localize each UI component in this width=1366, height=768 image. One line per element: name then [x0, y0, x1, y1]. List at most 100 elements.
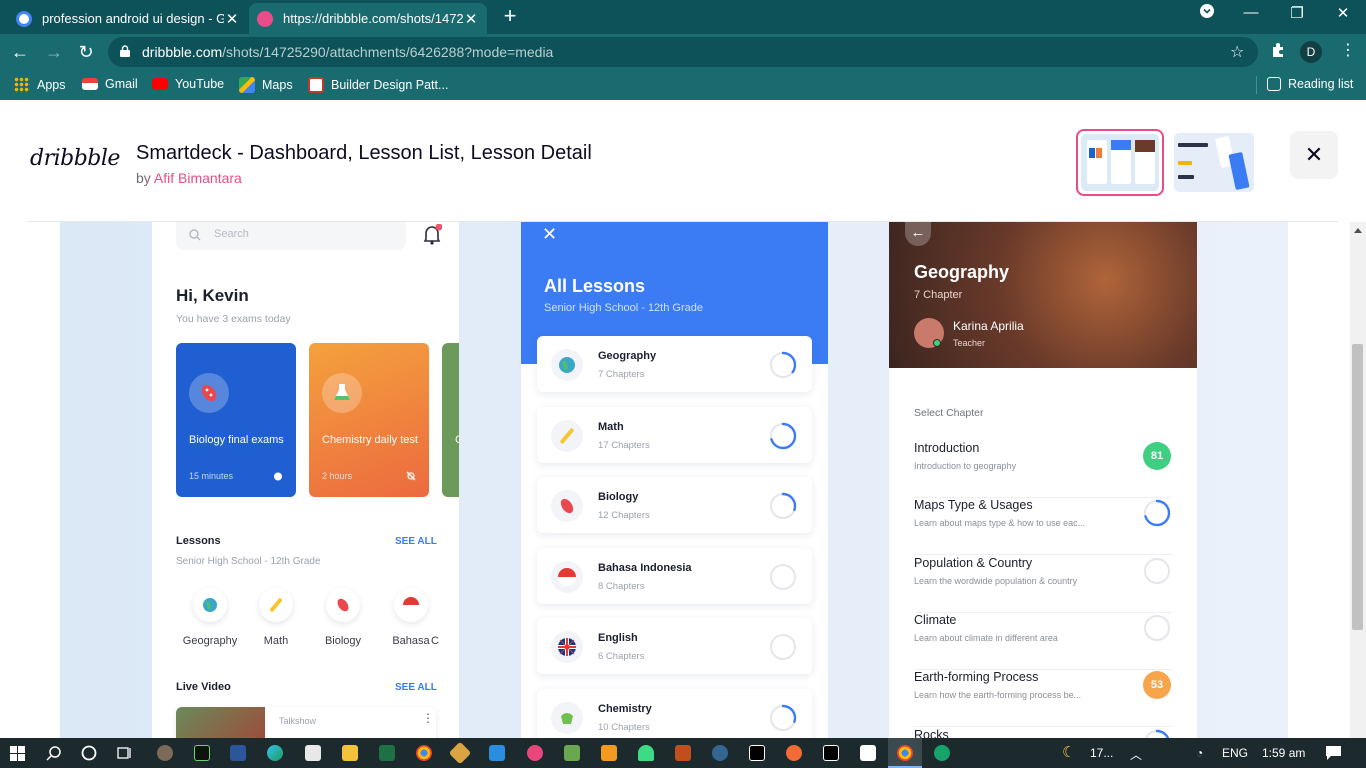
- clock[interactable]: 1:59 am: [1262, 746, 1305, 760]
- all-lessons-subtitle: Senior High School - 12th Grade: [544, 302, 703, 314]
- task-view-icon[interactable]: [117, 745, 133, 761]
- chevron-up-icon[interactable]: ︿: [1130, 746, 1142, 763]
- search-icon[interactable]: [46, 745, 62, 761]
- open-app-icon[interactable]: [934, 745, 950, 761]
- close-tab-icon[interactable]: ✕: [224, 10, 240, 28]
- git-icon[interactable]: [675, 745, 691, 761]
- biology-icon: [189, 373, 229, 413]
- live-video-see-all-link[interactable]: SEE ALL: [395, 682, 437, 693]
- new-tab-button[interactable]: +: [498, 5, 522, 29]
- tab-dribbble[interactable]: https://dribbble.com/shots/14725 ✕: [249, 3, 487, 34]
- math-ruler-icon[interactable]: [259, 588, 293, 622]
- attachment-thumbnail-1[interactable]: [1076, 129, 1164, 196]
- avatar-app-icon[interactable]: [157, 745, 173, 761]
- indonesia-flag-icon[interactable]: [394, 588, 428, 622]
- clion-icon[interactable]: [749, 745, 765, 761]
- menu-icon[interactable]: ⋮: [1340, 40, 1356, 60]
- restore-button[interactable]: ❐: [1282, 4, 1312, 22]
- cortana-icon[interactable]: [81, 745, 97, 761]
- chapter-row[interactable]: Earth-forming Process Learn how the earth…: [914, 670, 1172, 728]
- bookmark-gmail[interactable]: Gmail: [82, 77, 138, 91]
- profile-avatar[interactable]: D: [1300, 41, 1322, 63]
- wifi-icon[interactable]: ◔: [1196, 746, 1203, 760]
- lesson-card[interactable]: Geography 7 Chapters: [537, 336, 812, 392]
- teacher-role: Teacher: [953, 338, 986, 348]
- word-icon[interactable]: [230, 745, 246, 761]
- online-status-dot: [933, 339, 941, 347]
- language-indicator[interactable]: ENG: [1222, 746, 1248, 760]
- tab-search-icon[interactable]: [1192, 4, 1222, 22]
- lesson-card[interactable]: Math 17 Chapters: [537, 406, 812, 463]
- mail-icon[interactable]: [305, 745, 321, 761]
- edge-icon[interactable]: [267, 745, 283, 761]
- file-explorer-icon[interactable]: [342, 745, 358, 761]
- chapter-row[interactable]: Climate Learn about climate in different …: [914, 613, 1172, 670]
- attachment-thumbnail-2[interactable]: [1174, 133, 1254, 192]
- close-shot-button[interactable]: ✕: [1290, 131, 1338, 179]
- excel-icon[interactable]: [379, 745, 395, 761]
- lessons-see-all-link[interactable]: SEE ALL: [395, 536, 437, 547]
- chapter-row[interactable]: Introduction Introduction to geography 81: [914, 441, 1172, 498]
- search-input[interactable]: Search: [176, 222, 406, 250]
- device-emulator-icon[interactable]: [564, 745, 580, 761]
- postgres-icon[interactable]: [712, 745, 728, 761]
- live-video-card[interactable]: Talkshow ⋮: [176, 707, 436, 738]
- postman-icon[interactable]: [786, 745, 802, 761]
- close-icon[interactable]: ✕: [542, 224, 557, 245]
- lesson-label: Biology: [324, 635, 362, 647]
- media-player-icon[interactable]: [527, 745, 543, 761]
- bookmark-maps[interactable]: Maps: [239, 77, 293, 93]
- reading-list-button[interactable]: Reading list: [1267, 77, 1353, 91]
- chrome-icon[interactable]: [897, 745, 913, 761]
- chapter-row[interactable]: Maps Type & Usages Learn about maps type …: [914, 498, 1172, 556]
- author-link[interactable]: Afif Bimantara: [154, 170, 242, 186]
- bookmark-builder-design[interactable]: Builder Design Patt...: [308, 77, 448, 93]
- bookmark-apps[interactable]: Apps: [14, 77, 66, 93]
- lesson-card[interactable]: English 6 Chapters: [537, 618, 812, 674]
- close-window-button[interactable]: ✕: [1328, 4, 1358, 22]
- sourcetree-icon[interactable]: [448, 741, 472, 765]
- more-options-icon[interactable]: ⋮: [422, 711, 434, 725]
- h-app-icon[interactable]: [860, 745, 876, 761]
- minimize-button[interactable]: —: [1236, 4, 1266, 21]
- back-button[interactable]: ←: [8, 40, 32, 64]
- dribbble-logo[interactable]: dribbble: [30, 146, 120, 171]
- weather-text[interactable]: 17...: [1090, 746, 1113, 760]
- lesson-card[interactable]: Bahasa Indonesia 8 Chapters: [537, 547, 812, 604]
- lesson-label: C: [431, 635, 439, 647]
- vlc-icon[interactable]: [601, 745, 617, 761]
- geography-globe-icon[interactable]: [193, 588, 227, 622]
- back-arrow-icon[interactable]: ←: [905, 222, 931, 246]
- biology-icon[interactable]: [326, 588, 360, 622]
- scrollbar-thumb[interactable]: [1352, 344, 1363, 630]
- vscode-icon[interactable]: [489, 745, 505, 761]
- progress-ring: [1143, 500, 1171, 527]
- close-tab-icon[interactable]: ✕: [463, 10, 479, 28]
- extensions-icon[interactable]: [1270, 42, 1286, 63]
- tab-google-search[interactable]: profession android ui design - Go ✕: [8, 3, 248, 34]
- intellij-icon[interactable]: [823, 745, 839, 761]
- notification-bell-icon[interactable]: [422, 224, 442, 246]
- lesson-card[interactable]: Biology 12 Chapters: [537, 477, 812, 533]
- exam-name: C t: [455, 434, 459, 446]
- exam-card-chemistry[interactable]: Chemistry daily test 2 hours: [309, 343, 429, 497]
- weather-moon-icon[interactable]: ☾: [1062, 743, 1075, 761]
- android-studio-icon[interactable]: [638, 745, 654, 761]
- lesson-hero-image: ← Geography 7 Chapter Karina Aprilia Tea…: [889, 222, 1197, 368]
- chrome-icon[interactable]: [416, 745, 432, 761]
- notifications-icon[interactable]: [1325, 745, 1342, 761]
- bookmark-youtube[interactable]: YouTube: [152, 77, 224, 91]
- lesson-card[interactable]: Chemistry 10 Chapters: [537, 688, 812, 738]
- exam-card-partial[interactable]: C t: [442, 343, 459, 497]
- reload-button[interactable]: ↻: [74, 40, 98, 64]
- chapter-row[interactable]: Rocks: [914, 728, 1172, 738]
- pycharm-icon[interactable]: [194, 745, 210, 761]
- exam-card-biology[interactable]: Biology final exams 15 minutes: [176, 343, 296, 497]
- chapter-row[interactable]: Population & Country Learn the wordwide p…: [914, 556, 1172, 613]
- forward-button[interactable]: →: [42, 40, 66, 64]
- windows-start-icon[interactable]: [10, 746, 25, 761]
- progress-ring: [769, 422, 797, 449]
- scroll-up-icon[interactable]: [1354, 228, 1362, 233]
- address-bar[interactable]: dribbble.com/shots/14725290/attachments/…: [108, 37, 1258, 67]
- bookmark-star-icon[interactable]: ☆: [1230, 42, 1244, 62]
